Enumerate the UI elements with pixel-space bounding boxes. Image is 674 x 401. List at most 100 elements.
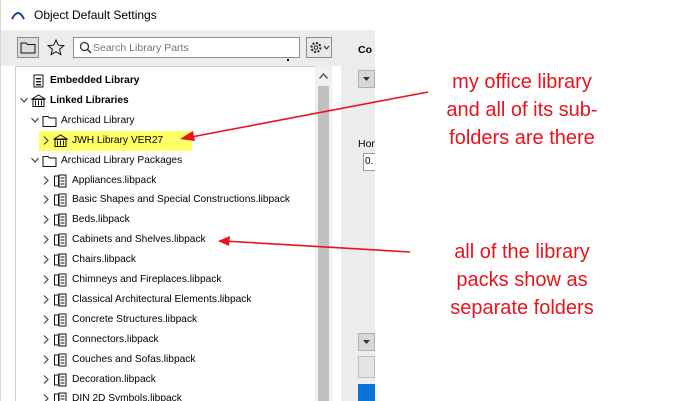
libpack-icon — [54, 233, 67, 247]
chevron-right-icon[interactable] — [41, 274, 51, 285]
libpack-icon — [54, 193, 67, 207]
libpack-icon — [54, 333, 67, 347]
tree-item-label: Connectors.libpack — [72, 333, 159, 345]
settings-menu-button[interactable] — [306, 37, 332, 58]
libpack-icon — [54, 392, 67, 401]
library-pack-row[interactable]: Cabinets and Shelves.libpack — [16, 230, 316, 250]
panel-dropdown-lower[interactable] — [358, 333, 375, 351]
object-default-settings-dialog: Object Default Settings Search Library P… — [0, 0, 375, 401]
tree-item-label: Classical Architectural Elements.libpack — [72, 293, 252, 305]
horizontal-value-field[interactable]: 0. — [363, 153, 375, 171]
ok-button[interactable] — [358, 384, 375, 401]
annotation-line: my office library — [452, 71, 592, 93]
library-pack-row[interactable]: Couches and Sofas.libpack — [16, 350, 316, 370]
folder-view-button[interactable] — [17, 37, 39, 58]
library-pack-row[interactable]: Classical Architectural Elements.libpack — [16, 290, 316, 310]
chevron-right-icon[interactable] — [41, 294, 51, 305]
chevron-right-icon[interactable] — [41, 374, 51, 385]
search-icon — [79, 41, 92, 54]
tree-row[interactable]: Linked Libraries — [16, 91, 316, 111]
panel-dropdown[interactable] — [358, 70, 375, 88]
tree-scrollbar[interactable] — [315, 66, 332, 401]
tree-item-label: Appliances.libpack — [72, 174, 157, 186]
tree-row[interactable]: Archicad Library Packages — [16, 151, 316, 171]
chevron-right-icon[interactable] — [41, 393, 51, 401]
horizontal-value: 0. — [365, 156, 374, 167]
folder-icon — [42, 115, 57, 127]
chevron-right-icon[interactable] — [41, 175, 51, 186]
tree-item-label: Beds.libpack — [72, 214, 130, 226]
toolbar-dot — [287, 59, 289, 61]
tree-item-label: Basic Shapes and Special Constructions.l… — [72, 194, 291, 206]
annotation-line: separate folders — [450, 297, 594, 319]
tree-item-label: Couches and Sofas.libpack — [72, 353, 196, 365]
star-icon — [46, 38, 66, 56]
library-pack-row[interactable]: DIN 2D Symbols.libpack — [16, 389, 316, 401]
libpack-icon — [54, 293, 67, 307]
chevron-right-icon[interactable] — [41, 234, 51, 245]
tree-item-label: Chimneys and Fireplaces.libpack — [72, 274, 222, 285]
tree-item-label: Chairs.libpack — [72, 254, 136, 266]
search-box[interactable] — [73, 37, 300, 58]
annotation-library-packs: all of the library packs show as separat… — [417, 238, 627, 322]
library-pack-row[interactable]: Beds.libpack — [16, 210, 316, 230]
chevron-down-icon[interactable] — [30, 115, 40, 126]
tree-item-label: Embedded Library — [50, 75, 140, 86]
tree-item-label: Archicad Library Packages — [61, 154, 183, 166]
library-pack-row[interactable]: Chimneys and Fireplaces.libpack — [16, 270, 316, 290]
library-pack-row[interactable]: Chairs.libpack — [16, 250, 316, 270]
chevron-right-icon[interactable] — [41, 314, 51, 325]
annotation-line: folders are there — [449, 127, 595, 149]
library-pack-row[interactable]: Basic Shapes and Special Constructions.l… — [16, 190, 316, 210]
libpack-icon — [54, 213, 67, 227]
tree-row[interactable]: JWH Library VER27 — [16, 130, 316, 151]
panel-button[interactable] — [358, 356, 375, 378]
scrollbar-thumb[interactable] — [318, 86, 329, 401]
chevron-right-icon[interactable] — [41, 254, 51, 265]
folder-icon — [20, 42, 36, 54]
library-folder-icon — [53, 134, 68, 147]
chevron-right-icon[interactable] — [41, 214, 51, 225]
horizontal-label: Hor — [358, 138, 375, 150]
panel-heading: Co — [358, 44, 372, 56]
tree-item-label: Concrete Structures.libpack — [72, 313, 198, 325]
dropdown-arrow-icon — [363, 77, 370, 81]
tree-item-label: DIN 2D Symbols.libpack — [72, 393, 182, 401]
search-input[interactable] — [93, 39, 293, 56]
annotation-line: all of the library — [454, 241, 590, 263]
library-pack-row[interactable]: Decoration.libpack — [16, 370, 316, 390]
annotation-line: packs show as — [456, 269, 588, 291]
scroll-up-arrow-icon[interactable] — [319, 73, 328, 79]
libpack-icon — [54, 373, 67, 386]
annotation-line: and all of its sub- — [446, 99, 598, 121]
gear-icon — [310, 42, 330, 53]
chevron-right-icon[interactable] — [41, 354, 51, 365]
linked-libraries-icon — [31, 94, 46, 107]
libpack-icon — [54, 174, 67, 187]
tree-row[interactable]: Archicad Library — [16, 111, 316, 131]
chevron-right-icon[interactable] — [41, 135, 51, 146]
archicad-app-icon — [11, 12, 25, 20]
library-pack-row[interactable]: Concrete Structures.libpack — [16, 310, 316, 330]
tree-item-label: Archicad Library — [61, 114, 135, 126]
tree-item-label: Cabinets and Shelves.libpack — [72, 234, 206, 246]
favorites-button[interactable] — [45, 37, 67, 58]
chevron-right-icon[interactable] — [41, 194, 51, 205]
libpack-icon — [54, 353, 67, 367]
library-pack-row[interactable]: Appliances.libpack — [16, 171, 316, 191]
tree-row[interactable]: Embedded Library — [16, 71, 316, 91]
chevron-down-icon[interactable] — [30, 155, 40, 166]
libpack-icon — [54, 273, 67, 287]
chevron-right-icon[interactable] — [41, 334, 51, 345]
annotation-office-library: my office library and all of its sub- fo… — [412, 68, 632, 152]
library-pack-row[interactable]: Connectors.libpack — [16, 330, 316, 350]
tree-item-label: JWH Library VER27 — [72, 134, 164, 146]
title-bar: Object Default Settings — [1, 0, 375, 30]
dropdown-arrow-icon — [363, 340, 370, 344]
chevron-down-icon[interactable] — [19, 95, 29, 106]
libpack-icon — [54, 313, 67, 327]
library-toolbar — [1, 30, 341, 66]
library-tree: Embedded Library Linked Libraries Archicad… — [15, 66, 316, 401]
folder-icon — [42, 155, 57, 167]
libpack-icon — [54, 253, 67, 267]
